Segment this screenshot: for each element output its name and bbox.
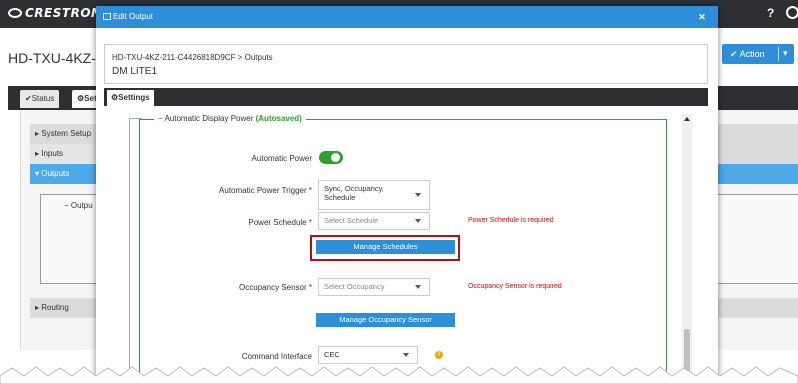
- user-icon[interactable]: [786, 6, 798, 19]
- tab-settings[interactable]: ⚙Settings: [107, 90, 154, 106]
- manage-occupancy-button[interactable]: Manage Occupancy Sensor: [316, 313, 455, 327]
- breadcrumb-outputs[interactable]: Outputs: [245, 53, 273, 62]
- occupancy-error: Occupancy Sensor is required: [468, 283, 562, 290]
- chevron-down-icon: [415, 285, 421, 289]
- background-strip: [714, 298, 798, 318]
- autosaved-badge: (Autosaved): [255, 114, 302, 123]
- occupancy-sensor-label: Occupancy Sensor *: [239, 283, 312, 292]
- chevron-down-icon: [403, 353, 409, 357]
- power-schedule-label: Power Schedule *: [248, 218, 312, 227]
- output-item[interactable]: − Outpu: [64, 201, 93, 210]
- modal-header: Edit Output ✕: [96, 6, 718, 28]
- power-schedule-select[interactable]: Select Schedule: [318, 212, 430, 230]
- action-divider: [778, 47, 779, 61]
- close-icon[interactable]: ✕: [697, 12, 707, 22]
- settings-content: − Automatic Display Power (Autosaved) Au…: [104, 106, 708, 384]
- collapse-icon[interactable]: −: [158, 114, 163, 123]
- check-icon: ✔: [730, 49, 738, 59]
- breadcrumb-device[interactable]: HD-TXU-4KZ-211-C4426818D9CF: [112, 53, 235, 62]
- schedule-error: Power Schedule is required: [468, 217, 554, 224]
- scroll-up-icon: [684, 117, 690, 121]
- power-trigger-select[interactable]: Sync, Occupancy, Schedule: [318, 180, 430, 210]
- chevron-down-icon[interactable]: ▾: [783, 48, 788, 59]
- modal-title: Edit Output: [113, 12, 154, 21]
- edit-icon: [103, 13, 111, 20]
- breadcrumb-path: HD-TXU-4KZ-211-C4426818D9CF > Outputs: [112, 53, 273, 62]
- automatic-power-label: Automatic Power: [251, 154, 312, 163]
- manage-schedules-button[interactable]: Manage Schedules: [316, 240, 455, 254]
- automatic-power-toggle[interactable]: [319, 151, 343, 164]
- crestron-logo: CRESTRON: [8, 6, 102, 20]
- action-label: Action: [739, 49, 765, 59]
- power-trigger-label: Automatic Power Trigger *: [219, 186, 312, 195]
- chevron-right-icon: >: [237, 53, 243, 62]
- tab-status[interactable]: ✔Status: [20, 90, 60, 108]
- torn-edge-decoration: [0, 366, 798, 384]
- help-icon[interactable]: ?: [767, 6, 774, 20]
- background-strip: [714, 164, 798, 182]
- page-title: DM LITE1: [112, 66, 158, 77]
- info-icon[interactable]: !: [435, 351, 443, 359]
- frame-line: [129, 118, 130, 384]
- scrollbar[interactable]: [682, 114, 692, 384]
- chevron-down-icon: [415, 219, 421, 223]
- occupancy-sensor-select[interactable]: Select Occupancy: [318, 278, 430, 296]
- breadcrumb: HD-TXU-4KZ-211-C4426818D9CF > Outputs DM…: [104, 44, 708, 84]
- chevron-down-icon: [415, 193, 421, 197]
- command-interface-label: Command Interface: [241, 352, 312, 361]
- action-button[interactable]: ✔ Action ▾: [722, 44, 794, 64]
- group-title-text: Automatic Display Power: [164, 114, 254, 123]
- edit-output-modal: Edit Output ✕ HD-TXU-4KZ-211-C4426818D9C…: [96, 6, 718, 384]
- check-icon: ✔: [25, 94, 32, 103]
- group-title[interactable]: − Automatic Display Power (Autosaved): [154, 114, 306, 123]
- settings-tab-bar: ⚙Settings: [104, 88, 708, 106]
